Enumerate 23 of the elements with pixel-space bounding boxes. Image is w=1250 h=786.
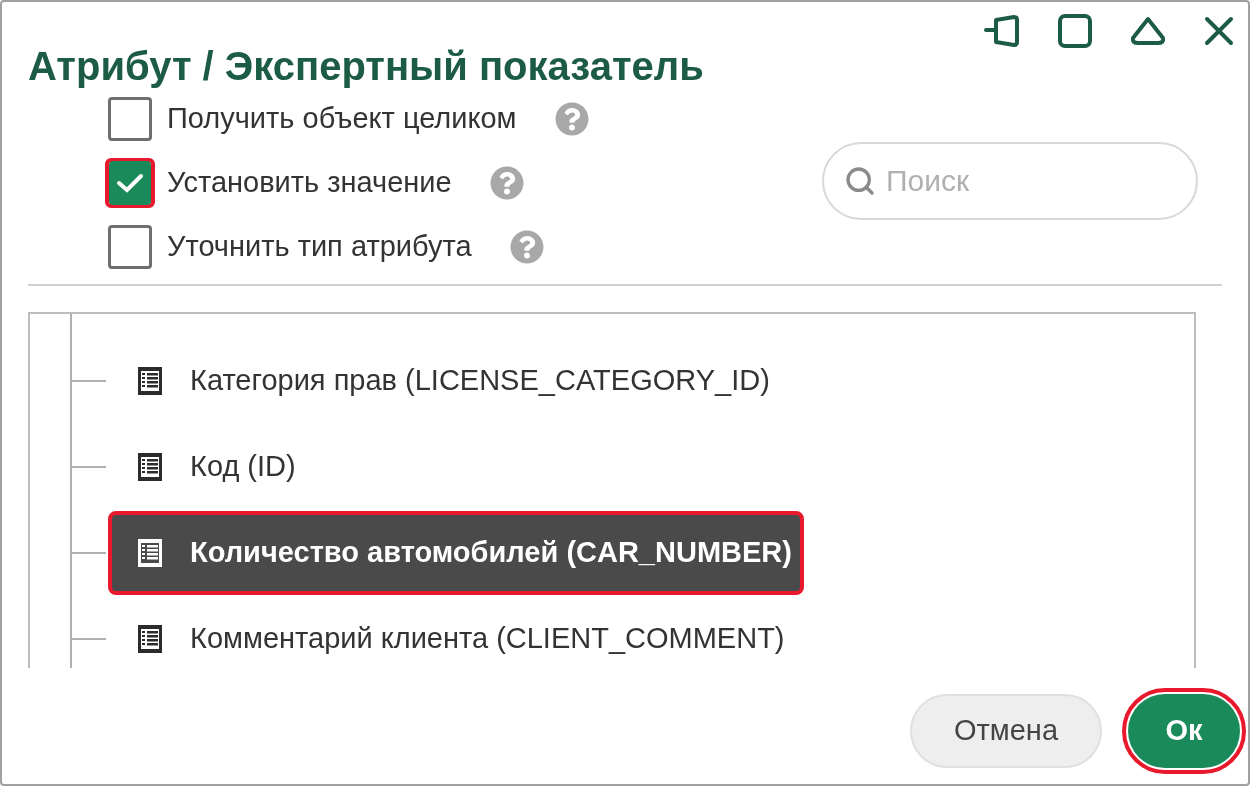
search-field[interactable]: Поиск [822, 142, 1198, 220]
table-icon [138, 367, 162, 395]
maximize-icon[interactable] [1058, 14, 1092, 48]
dialog-title: Атрибут / Экспертный показатель [28, 43, 704, 90]
tree-item[interactable]: Количество автомобилей (CAR_NUMBER) [108, 511, 804, 595]
table-icon [138, 453, 162, 481]
search-icon [844, 165, 876, 197]
cancel-button[interactable]: Отмена [910, 694, 1102, 768]
checkbox[interactable] [105, 222, 155, 272]
checkbox-label: Уточнить тип атрибута [167, 229, 472, 265]
checkbox[interactable] [105, 158, 155, 208]
checkbox-label: Установить значение [167, 165, 452, 201]
checkbox-label: Получить объект целиком [167, 101, 517, 137]
tree-item[interactable]: Комментарий клиента (CLIENT_COMMENT) [108, 597, 797, 681]
tree-item[interactable]: Категория прав (LICENSE_CATEGORY_ID) [108, 339, 782, 423]
tree-item[interactable]: Код (ID) [108, 425, 308, 509]
triangle-icon[interactable] [1130, 16, 1166, 46]
table-icon [138, 539, 162, 567]
check-icon [116, 172, 144, 194]
pin-icon[interactable] [984, 14, 1020, 48]
table-icon [138, 625, 162, 653]
close-icon[interactable] [1204, 16, 1234, 46]
checkbox[interactable] [105, 94, 155, 144]
